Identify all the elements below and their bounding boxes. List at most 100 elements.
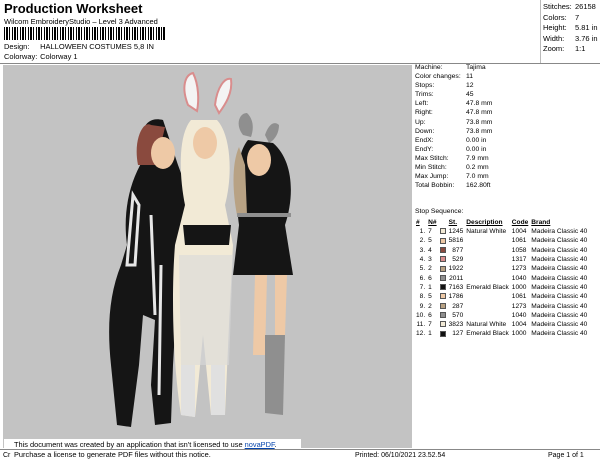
table-row: 7. 1 7163 Emerald Black 1000 Madeira Classic … [415,283,589,292]
info-label: Left: [415,100,429,108]
info-row: Left: 47.8 mm [415,99,600,108]
info-label: Machine: [415,64,443,71]
stop-number: 2. [419,237,426,245]
info-row: Total Bobbin: 162.80ft [415,181,600,190]
info-row: Down: 73.8 mm [415,127,600,136]
stitch-count: 127 [452,330,464,338]
info-row: Stops: 12 [415,81,600,90]
novapdf-link[interactable]: novaPDF [245,440,275,449]
thread-code: 1317 [511,256,527,264]
color-swatch [439,293,446,300]
stat-row: Zoom: 1:1 [543,44,599,55]
color-swatch-cell [439,273,448,282]
color-swatch-cell [439,320,448,329]
info-value: 12 [466,82,474,90]
thread-code: 1004 [511,228,527,236]
stop-number: 12. [416,330,426,338]
stop-number: 4. [419,256,426,264]
stitch-count: 287 [452,302,464,310]
footer-rule [0,449,600,450]
thread-code: 1040 [511,311,527,319]
info-label: EndY: [415,145,434,153]
table-row: 6. 6 2011 1040 Madeira Classic 40 [415,273,589,282]
needle-number: 2 [428,265,432,273]
color-swatch [439,284,446,291]
table-row: 4. 3 529 1317 Madeira Classic 40 [415,255,589,264]
table-header-row: # N# St. Description Code Brand [415,218,589,227]
thread-brand: Madeira Classic 40 [531,321,588,329]
color-swatch [439,321,446,328]
stat-label: Colors: [543,12,567,22]
info-label: Stops: [415,82,435,90]
stop-number: 5. [419,265,426,273]
info-value: 45 [466,91,474,99]
column-header: # [416,219,420,226]
footer-left: Cr [3,452,11,459]
thread-description [465,236,511,245]
info-row: Machine: Tajima [415,63,600,72]
thread-brand: Madeira Classic 40 [531,274,588,282]
embroidery-design-image [109,71,293,427]
table-row: 5. 2 1922 1273 Madeira Classic 40 [415,264,589,273]
thread-description [465,301,511,310]
design-value: HALLOWEEN COSTUMES 5,8 IN [40,42,154,51]
stitch-count: 1786 [448,293,464,301]
stat-label: Height: [543,23,567,32]
info-value: 7.9 mm [466,154,489,162]
color-swatch [439,237,446,244]
stitch-count: 1245 [448,228,464,236]
info-label: Max Jump: [415,173,449,181]
colorway-row: Colorway: Colorway 1 [4,52,78,61]
info-value: 0.00 in [466,136,487,144]
thread-description [465,246,511,255]
column-header: St. [448,219,458,226]
stop-number: 11. [416,321,426,329]
needle-number: 4 [428,246,432,254]
stop-number: 7. [419,283,426,291]
thread-code: 1004 [511,321,527,329]
thread-description: Natural White [466,228,507,236]
info-row: Trims: 45 [415,90,600,99]
info-row: Max Jump: 7.0 mm [415,172,600,181]
design-stats: Stitches: 26158 Colors: 7 Height: 5.81 in Widt… [543,2,599,55]
stat-value: 5.81 in [575,23,598,32]
stitch-count: 529 [452,256,464,264]
table-row: 11. 7 3823 Natural White 1004 Madeira Classic… [415,320,589,329]
info-value: 162.80ft [466,182,491,190]
table-row: 1. 7 1245 Natural White 1004 Madeira Classic … [415,227,589,236]
colorway-label: Colorway: [4,52,38,61]
thread-description [465,292,511,301]
thread-brand: Madeira Classic 40 [531,237,588,245]
stop-number: 3. [419,246,426,254]
thread-description: Natural White [466,321,507,329]
color-swatch-cell [439,236,448,245]
stop-number: 10. [416,311,426,319]
needle-number: 3 [428,256,432,264]
stitch-count: 570 [452,311,464,319]
color-swatch-cell [439,227,448,236]
column-header [439,218,448,227]
thread-brand: Madeira Classic 40 [531,302,588,310]
info-value: 73.8 mm [466,127,493,135]
stop-number: 1. [419,228,426,236]
needle-number: 2 [428,302,432,310]
color-swatch-cell [439,329,448,338]
stop-number: 6. [419,274,426,282]
info-value: 0.2 mm [466,164,489,172]
info-label: Min Stitch: [415,164,447,172]
stop-sequence-table: Stop Sequence: # N# St. Description Code Bran… [415,208,589,339]
stat-value: 7 [575,12,580,22]
stat-row: Height: 5.81 in [543,23,599,34]
header-divider [540,0,541,63]
info-label: Right: [415,109,433,117]
color-swatch-cell [439,301,448,310]
color-swatch [439,256,446,263]
design-label: Design: [4,42,30,51]
thread-code: 1061 [511,237,527,245]
notice-line-2: Purchase a license to generate PDF files… [14,450,211,459]
thread-brand: Madeira Classic 40 [531,311,588,319]
software-name: Wilcom EmbroideryStudio – Level 3 Advanc… [4,17,158,26]
page-number: Page 1 of 1 [548,452,584,459]
table-row: 10. 6 570 1040 Madeira Classic 40 [415,311,589,320]
info-label: Trims: [415,91,434,99]
